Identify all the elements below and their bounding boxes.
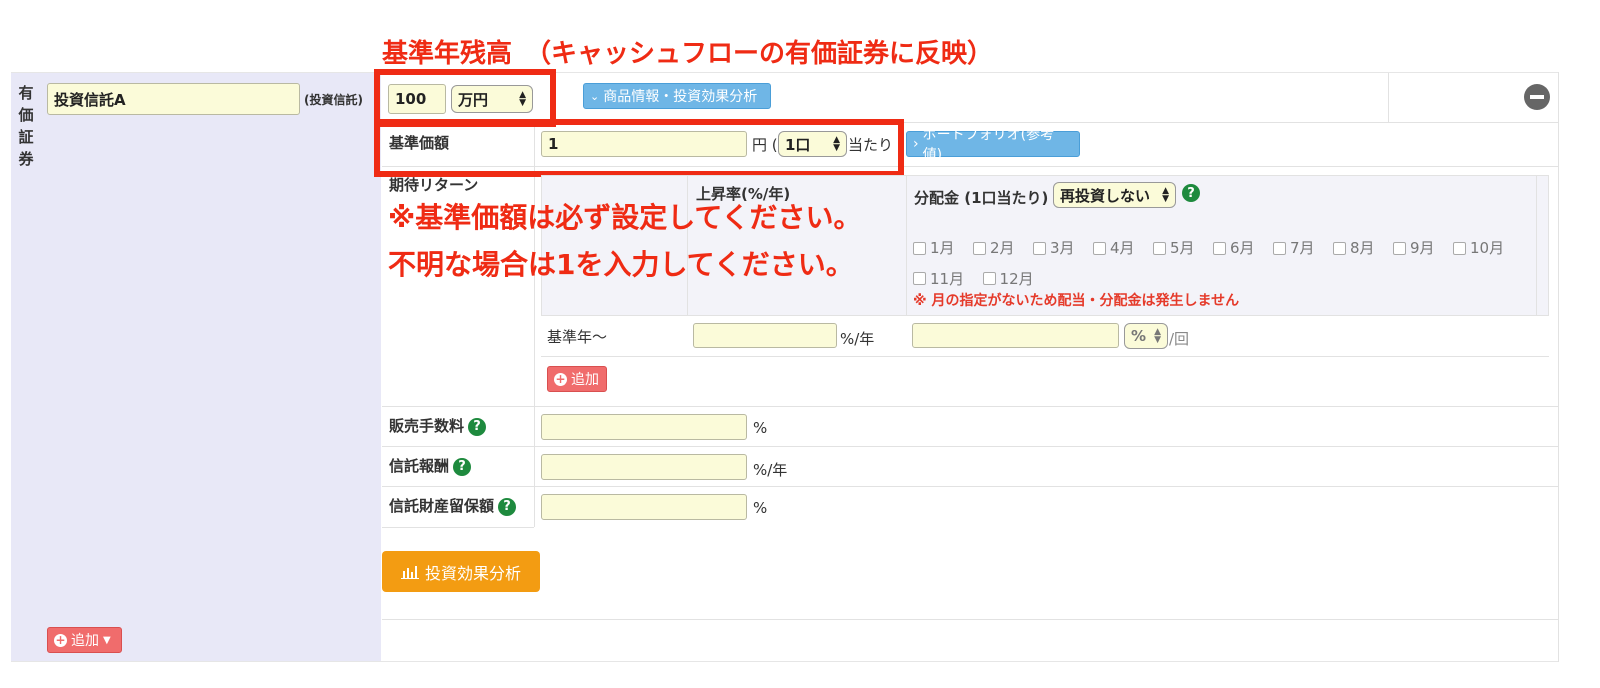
- annotation-note-1: ※基準価額は必ず設定してください。: [388, 201, 862, 234]
- remove-icon[interactable]: [1524, 84, 1550, 110]
- month-checkbox-10[interactable]: 10月: [1453, 234, 1504, 262]
- trust-fee-unit: %/年: [753, 461, 788, 479]
- base-year-label: 基準年〜: [547, 328, 608, 346]
- rise-rate-unit: %/年: [840, 330, 875, 348]
- month-checkbox-12[interactable]: 12月: [982, 265, 1034, 293]
- month-checkbox-1[interactable]: 1月: [913, 234, 955, 262]
- sales-fee-input[interactable]: [541, 414, 747, 440]
- reserve-fee-unit: %: [753, 499, 768, 517]
- month-checkbox-7[interactable]: 7月: [1273, 234, 1315, 262]
- month-checkbox-8[interactable]: 8月: [1333, 234, 1375, 262]
- sales-fee-label: 販売手数料?: [389, 415, 487, 436]
- reserve-fee-label: 信託財産留保額?: [389, 495, 517, 516]
- plus-circle-icon: +: [54, 633, 67, 647]
- annotation-box-base-price: [374, 119, 904, 177]
- dividend-unit-select[interactable]: % ▲ ▼: [1124, 323, 1168, 349]
- add-security-button[interactable]: + 追加 ▼: [47, 627, 122, 653]
- bar-chart-icon: [400, 565, 419, 579]
- sales-fee-unit: %: [753, 419, 768, 437]
- month-checkboxes: 1月 2月 3月 4月 5月 6月 7月 8月 9月 10月 11月 12月: [913, 234, 1533, 295]
- expected-return-label: 期待リターン: [389, 176, 479, 194]
- month-checkbox-2[interactable]: 2月: [973, 234, 1015, 262]
- portfolio-button[interactable]: › ポートフォリオ(参考値): [906, 127, 1080, 163]
- help-icon[interactable]: ?: [1182, 184, 1200, 202]
- chevron-down-icon: ⌄: [590, 89, 600, 103]
- name-column: [41, 73, 381, 661]
- trust-fee-input[interactable]: [541, 454, 747, 480]
- month-checkbox-3[interactable]: 3月: [1033, 234, 1075, 262]
- dividend-warning: ※ 月の指定がないため配当・分配金は発生しません: [913, 293, 1240, 309]
- select-arrows-icon: ▲ ▼: [1154, 327, 1161, 345]
- per-time-unit: /回: [1169, 330, 1190, 348]
- help-icon[interactable]: ?: [498, 497, 517, 516]
- section-label: 有 価 証 券: [18, 84, 34, 168]
- month-checkbox-5[interactable]: 5月: [1153, 234, 1195, 262]
- rise-rate-input[interactable]: [693, 323, 837, 348]
- month-checkbox-6[interactable]: 6月: [1213, 234, 1255, 262]
- annotation-note-2: 不明な場合は1を入力してください。: [388, 248, 854, 281]
- dividend-input[interactable]: [912, 323, 1119, 348]
- security-name-input[interactable]: 投資信託A: [47, 83, 300, 115]
- trust-fee-label: 信託報酬?: [389, 455, 472, 476]
- plus-circle-icon: +: [554, 372, 567, 386]
- security-type-label: (投資信託): [304, 93, 363, 107]
- help-icon[interactable]: ?: [453, 457, 472, 476]
- add-return-button[interactable]: + 追加: [547, 366, 607, 392]
- product-info-button[interactable]: ⌄ 商品情報・投資効果分析: [583, 83, 771, 109]
- help-icon[interactable]: ?: [468, 417, 487, 436]
- month-checkbox-4[interactable]: 4月: [1093, 234, 1135, 262]
- chevron-right-icon: ›: [913, 136, 919, 152]
- annotation-top: 基準年残高 （キャッシュフローの有価証券に反映）: [382, 39, 994, 69]
- month-checkbox-11[interactable]: 11月: [913, 265, 964, 293]
- reserve-fee-input[interactable]: [541, 494, 747, 520]
- dividend-header: 分配金 (1口当たり): [914, 189, 1049, 207]
- investment-analysis-button[interactable]: 投資効果分析: [382, 551, 540, 592]
- month-checkbox-9[interactable]: 9月: [1393, 234, 1435, 262]
- select-arrows-icon: ▲ ▼: [1162, 186, 1169, 204]
- reinvest-select[interactable]: 再投資しない ▲ ▼: [1053, 182, 1176, 208]
- caret-down-icon: ▼: [103, 634, 111, 646]
